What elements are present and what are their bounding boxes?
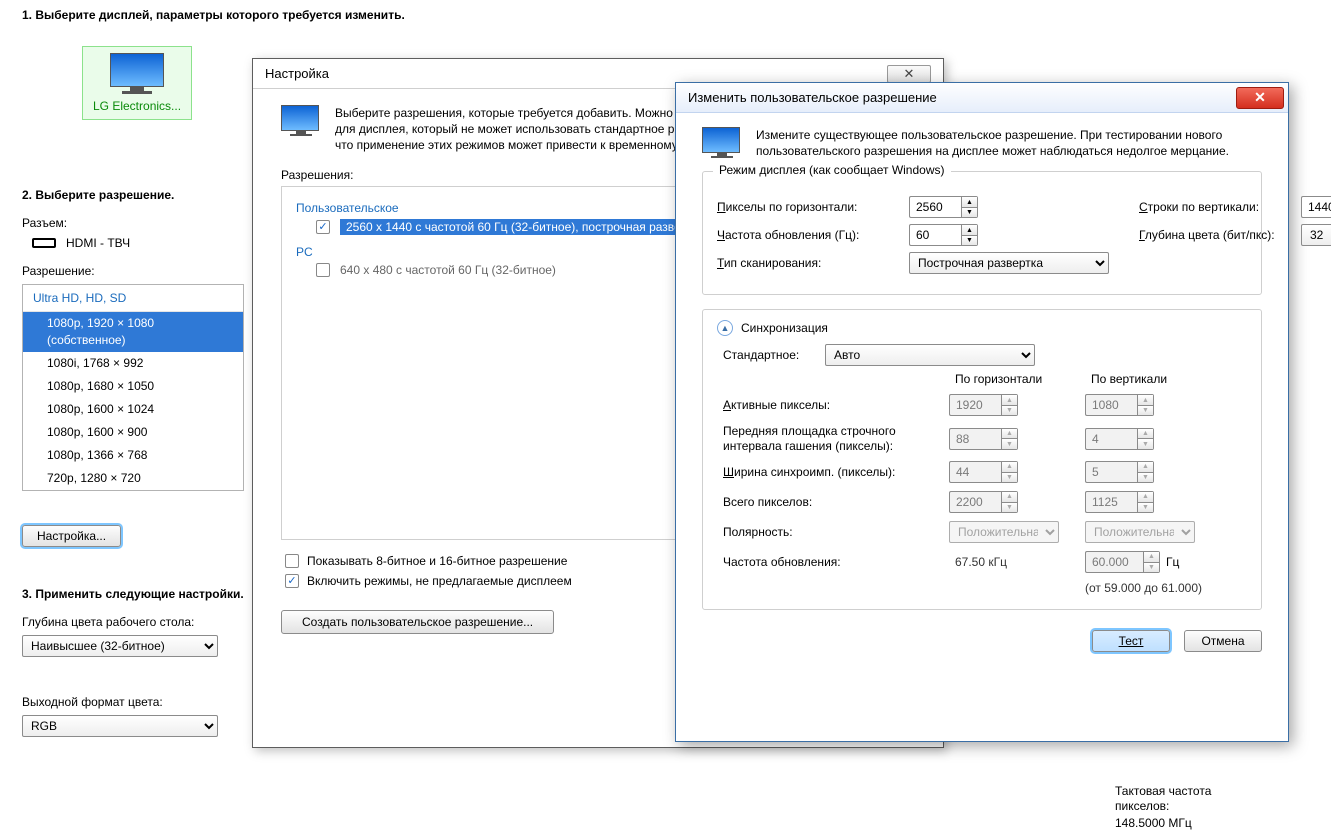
refresh-row-label: Частота обновления: <box>723 555 923 569</box>
scan-type-label: Тип сканирования: <box>717 256 897 270</box>
collapse-up-icon[interactable]: ▲ <box>717 320 733 336</box>
hpixels-spinner[interactable]: ▲▼ <box>909 196 978 218</box>
spin-down-icon[interactable]: ▼ <box>962 208 977 218</box>
color-depth-label2: Глубина цвета (бит/пкс): <box>1139 228 1289 242</box>
polarity-h-select: Положительная <box>949 521 1059 543</box>
active-h-spinner: ▲▼ <box>949 394 1059 416</box>
resolution-group-header: Ultra HD, HD, SD <box>23 285 243 312</box>
display-thumbnail[interactable]: LG Electronics... <box>82 46 192 120</box>
display-caption: LG Electronics... <box>93 99 181 113</box>
pc-resolution-item[interactable]: 640 x 480 с частотой 60 Гц (32-битное) <box>340 263 556 277</box>
total-v-spinner: ▲▼ <box>1085 491 1195 513</box>
customize-button[interactable]: Настройка... <box>22 525 121 547</box>
spin-down-icon[interactable]: ▼ <box>962 236 977 246</box>
refresh-spinner[interactable]: ▲▼ <box>909 224 978 246</box>
timing-standard-label: Стандартное: <box>723 348 813 362</box>
include-modes-label: Включить режимы, не предлагаемые дисплее… <box>307 574 572 588</box>
refresh-input[interactable] <box>909 224 961 246</box>
output-color-select[interactable]: RGB <box>22 715 218 737</box>
custom-resolution-dialog: Изменить пользовательское разрешение ✕ И… <box>675 82 1289 742</box>
test-button[interactable]: Тест <box>1092 630 1170 652</box>
syncw-v-spinner: ▲▼ <box>1085 461 1195 483</box>
vlines-spinner[interactable]: ▲▼ <box>1301 196 1331 218</box>
hpixels-label: Пикселы по горизонтали: <box>717 200 897 214</box>
color-depth-select2[interactable]: 32 <box>1301 224 1331 246</box>
hdmi-icon <box>32 238 56 248</box>
connector-value: HDMI - ТВЧ <box>66 236 130 250</box>
sync-group: ▲ Синхронизация Стандартное: Авто По гор… <box>702 309 1262 610</box>
refresh-label: Частота обновления (Гц): <box>717 228 897 242</box>
resolution-item[interactable]: 720p, 1280 × 720 <box>23 467 243 490</box>
spin-up-icon[interactable]: ▲ <box>962 225 977 236</box>
resolution-item[interactable]: 1080i, 1768 × 992 <box>23 352 243 375</box>
pixel-clock-label: Тактовая частота пикселов: <box>1115 784 1235 814</box>
hpixels-input[interactable] <box>909 196 961 218</box>
timing-standard-select[interactable]: Авто <box>825 344 1035 366</box>
scan-type-select[interactable]: Построчная развертка <box>909 252 1109 274</box>
custom-resolution-dialog-info: Измените существующее пользовательское р… <box>756 127 1262 159</box>
checkbox-icon[interactable] <box>316 220 330 234</box>
polarity-v-select: Положительная <box>1085 521 1195 543</box>
display-mode-group: Режим дисплея (как сообщает Windows) Пик… <box>702 171 1262 295</box>
create-custom-resolution-button[interactable]: Создать пользовательское разрешение... <box>281 610 554 634</box>
col-vertical-header: По вертикали <box>1085 372 1195 386</box>
sync-width-label: Ширина синхроимп. (пикселы): <box>723 465 923 479</box>
pixel-clock-value: 148.5000 МГц <box>1115 816 1235 830</box>
front-porch-label: Передняя площадка строчного интервала га… <box>723 424 923 453</box>
refresh-range: (от 59.000 до 61.000) <box>1085 581 1195 595</box>
include-modes-checkbox[interactable] <box>285 574 299 588</box>
resolution-item[interactable]: 1080p, 1680 × 1050 <box>23 375 243 398</box>
monitor-icon <box>110 53 164 97</box>
sync-group-title: Синхронизация <box>741 321 828 335</box>
active-pixels-label: Активные пикселы: <box>723 398 923 412</box>
display-mode-legend: Режим дисплея (как сообщает Windows) <box>713 163 951 177</box>
customize-dialog-title: Настройка <box>265 59 329 89</box>
refresh-h-value: 67.50 кГц <box>949 555 1059 569</box>
syncw-h-spinner: ▲▼ <box>949 461 1059 483</box>
front-v-spinner: ▲▼ <box>1085 428 1195 450</box>
spin-up-icon[interactable]: ▲ <box>962 197 977 208</box>
resolution-item[interactable]: 1080p, 1366 × 768 <box>23 444 243 467</box>
front-h-spinner: ▲▼ <box>949 428 1059 450</box>
polarity-label: Полярность: <box>723 525 923 539</box>
monitor-icon <box>281 105 321 154</box>
total-h-spinner: ▲▼ <box>949 491 1059 513</box>
resolution-item[interactable]: 1080p, 1600 × 900 <box>23 421 243 444</box>
cancel-button[interactable]: Отмена <box>1184 630 1262 652</box>
show-8bit-label: Показывать 8-битное и 16-битное разрешен… <box>307 554 567 568</box>
close-icon[interactable]: ✕ <box>1236 87 1284 109</box>
custom-resolution-dialog-title: Изменить пользовательское разрешение <box>688 90 937 105</box>
vlines-label: Строки по вертикали: <box>1139 200 1289 214</box>
total-pixels-label: Всего пикселов: <box>723 495 923 509</box>
output-color-label: Выходной формат цвета: <box>22 695 218 709</box>
color-depth-select[interactable]: Наивысшее (32-битное) <box>22 635 218 657</box>
step1-title: 1. Выберите дисплей, параметры которого … <box>22 8 1309 22</box>
show-8bit-checkbox[interactable] <box>285 554 299 568</box>
refresh-unit: Гц <box>1166 555 1179 569</box>
col-horizontal-header: По горизонтали <box>949 372 1059 386</box>
vlines-input[interactable] <box>1301 196 1331 218</box>
monitor-icon <box>702 127 742 159</box>
close-icon[interactable]: ✕ <box>887 65 931 83</box>
resolution-item[interactable]: 1080p, 1600 × 1024 <box>23 398 243 421</box>
resolution-listbox[interactable]: Ultra HD, HD, SD 1080p, 1920 × 1080 (соб… <box>22 284 244 491</box>
custom-resolution-item[interactable]: 2560 x 1440 с частотой 60 Гц (32-битное)… <box>340 219 711 235</box>
resolution-item[interactable]: 1080p, 1920 × 1080 (собственное) <box>23 312 243 352</box>
refresh-v-spinner: ▲▼ <box>1085 551 1160 573</box>
checkbox-icon[interactable] <box>316 263 330 277</box>
active-v-spinner: ▲▼ <box>1085 394 1195 416</box>
